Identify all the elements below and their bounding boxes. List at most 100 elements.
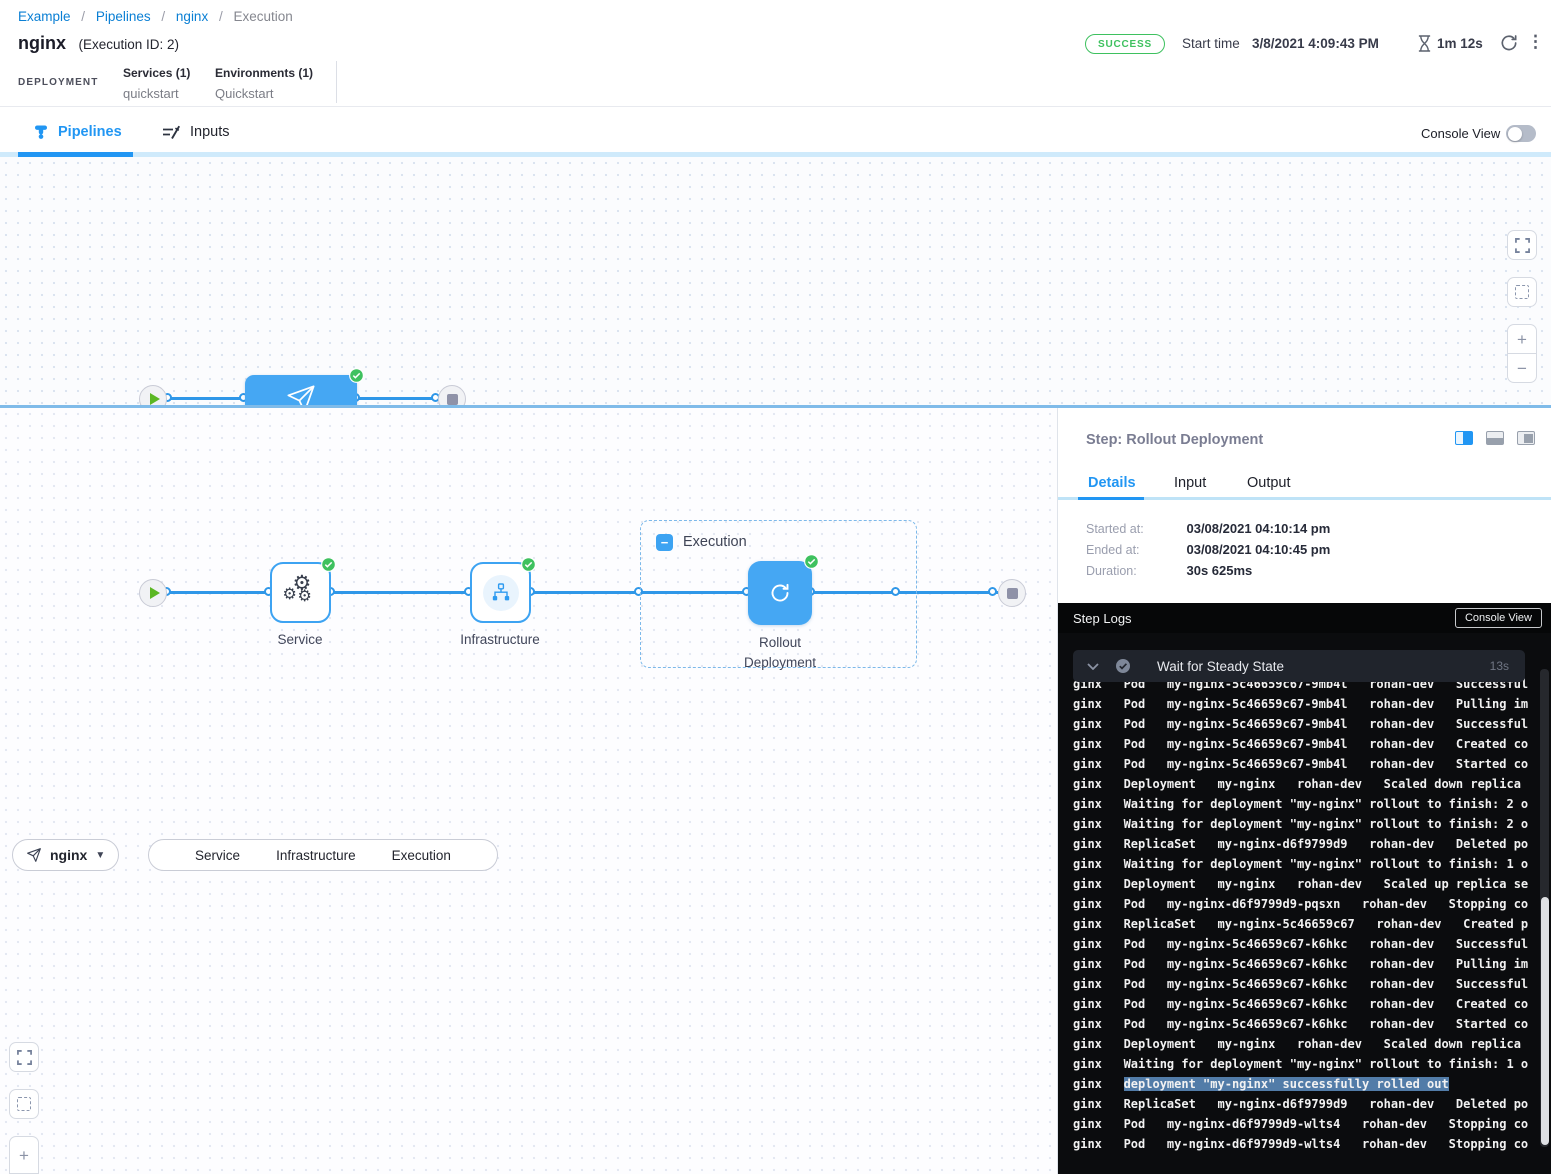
pipeline-canvas[interactable]: nginx + − xyxy=(0,157,1551,405)
log-line: ginx Waiting for deployment "my-nginx" r… xyxy=(1073,814,1530,834)
breadcrumb: Example / Pipelines / nginx / Execution xyxy=(18,9,293,24)
plus-icon: + xyxy=(1517,331,1527,348)
step-panel-title: Step: Rollout Deployment xyxy=(1086,432,1263,448)
log-line: ginx Pod my-nginx-5c46659c67-k6hkc rohan… xyxy=(1073,994,1530,1014)
fullscreen-button[interactable] xyxy=(1507,230,1537,260)
stage-canvas[interactable]: nginx ▼ Service Infrastructure Execution… xyxy=(0,408,1057,1174)
sitemap-icon xyxy=(483,575,519,611)
collapse-group-icon[interactable]: − xyxy=(656,534,673,551)
fullscreen-icon xyxy=(1515,238,1530,253)
tab-input[interactable]: Input xyxy=(1174,475,1206,491)
layout-right-panel-icon[interactable] xyxy=(1517,431,1535,445)
deployment-type-label: DEPLOYMENT xyxy=(18,77,98,88)
page-header: Example / Pipelines / nginx / Execution … xyxy=(0,0,1551,107)
minus-icon: − xyxy=(1517,360,1527,377)
log-line: ginx ReplicaSet my-nginx-5c46659c67 roha… xyxy=(1073,914,1530,934)
step-logs-header: Step Logs Console View xyxy=(1058,603,1551,633)
log-line: ginx Waiting for deployment "my-nginx" r… xyxy=(1073,1054,1530,1074)
step-node-service[interactable]: ⚙⚙⚙ xyxy=(270,562,331,623)
zoom-in-button[interactable]: + xyxy=(9,1136,39,1174)
log-line: ginx Deployment my-nginx rohan-dev Scale… xyxy=(1073,1034,1530,1054)
log-vertical-scrollbar[interactable] xyxy=(1540,669,1549,1147)
layout-right-split-icon[interactable] xyxy=(1455,431,1473,445)
log-line: ginx ReplicaSet my-nginx-d6f9799d9 rohan… xyxy=(1073,834,1530,854)
log-line: ginx ReplicaSet my-nginx-d6f9799d9 rohan… xyxy=(1073,1094,1530,1114)
tab-inputs[interactable]: Inputs xyxy=(162,124,230,140)
tab-pipelines[interactable]: Pipelines xyxy=(33,124,122,140)
tab-underline-active xyxy=(18,152,133,157)
stage-end-node[interactable] xyxy=(998,579,1026,607)
execution-id: (Execution ID: 2) xyxy=(78,37,179,52)
environments-label: Environments (1) xyxy=(215,64,313,82)
log-line: ginx Pod my-nginx-5c46659c67-9mb4l rohan… xyxy=(1073,734,1530,754)
stage-section-tabs: Service Infrastructure Execution xyxy=(148,839,498,871)
zoom-in-button[interactable]: + xyxy=(1507,324,1537,354)
tab-infrastructure[interactable]: Infrastructure xyxy=(276,848,356,863)
stage-selector-label: nginx xyxy=(50,847,87,863)
log-line: ginx Pod my-nginx-d6f9799d9-wlts4 rohan-… xyxy=(1073,1114,1530,1134)
inputs-icon xyxy=(162,125,181,140)
log-line: ginx Pod my-nginx-5c46659c67-9mb4l rohan… xyxy=(1073,754,1530,774)
breadcrumb-example[interactable]: Example xyxy=(18,9,71,24)
layout-bottom-split-icon[interactable] xyxy=(1486,431,1504,445)
stage-start-node[interactable] xyxy=(139,579,167,607)
fullscreen-icon xyxy=(17,1050,32,1065)
scrollbar-thumb[interactable] xyxy=(1541,897,1549,1145)
zoom-out-button[interactable]: − xyxy=(1507,353,1537,383)
log-group-header[interactable]: Wait for Steady State 13s xyxy=(1073,650,1525,682)
breadcrumb-pipelines[interactable]: Pipelines xyxy=(96,9,151,24)
log-line: ginx Pod my-nginx-5c46659c67-k6hkc rohan… xyxy=(1073,974,1530,994)
console-view-label: Console View xyxy=(1421,126,1500,141)
play-icon xyxy=(150,393,160,405)
hourglass-icon xyxy=(1417,35,1432,52)
page-title: nginx xyxy=(18,33,66,53)
breadcrumb-execution: Execution xyxy=(234,9,293,24)
breadcrumb-nginx[interactable]: nginx xyxy=(176,9,208,24)
stop-icon xyxy=(447,394,458,405)
tab-pipelines-label: Pipelines xyxy=(58,124,122,140)
refresh-icon[interactable] xyxy=(1499,33,1519,53)
stop-icon xyxy=(1007,588,1018,599)
environments-value[interactable]: Quickstart xyxy=(215,85,274,103)
tab-inputs-label: Inputs xyxy=(190,124,230,140)
detail-row-ended: Ended at: 03/08/2021 04:10:45 pm xyxy=(1086,542,1330,557)
log-group-title: Wait for Steady State xyxy=(1157,659,1284,674)
step-logs-panel: Step Logs Console View ginx Pod my-nginx… xyxy=(1058,603,1551,1174)
services-value[interactable]: quickstart xyxy=(123,85,179,103)
fit-selection-button[interactable] xyxy=(9,1089,39,1119)
step-node-label: Infrastructure xyxy=(430,632,570,647)
detail-row-started: Started at: 03/08/2021 04:10:14 pm xyxy=(1086,521,1330,536)
log-output[interactable]: ginx Pod my-nginx-5c46659c67-9mb4l rohan… xyxy=(1073,674,1530,1154)
tab-details[interactable]: Details xyxy=(1088,475,1136,491)
log-line: ginx Waiting for deployment "my-nginx" r… xyxy=(1073,854,1530,874)
start-time-label: Start time xyxy=(1182,36,1240,51)
breadcrumb-separator: / xyxy=(81,9,85,24)
tab-output[interactable]: Output xyxy=(1247,475,1291,491)
toggle-knob xyxy=(1508,127,1522,141)
start-time-value: 3/8/2021 4:09:43 PM xyxy=(1252,36,1379,51)
execution-group-label: Execution xyxy=(683,534,747,550)
console-view-toggle[interactable] xyxy=(1506,125,1536,142)
status-badge: SUCCESS xyxy=(1085,34,1165,54)
tab-service[interactable]: Service xyxy=(195,848,240,863)
step-node-infrastructure[interactable] xyxy=(470,562,531,623)
log-line: ginx Pod my-nginx-5c46659c67-9mb4l rohan… xyxy=(1073,694,1530,714)
stage-selector[interactable]: nginx ▼ xyxy=(12,839,119,871)
success-check-icon xyxy=(321,557,336,572)
panel-tab-underline-active xyxy=(1078,497,1144,500)
log-line: ginx Pod my-nginx-5c46659c67-k6hkc rohan… xyxy=(1073,954,1530,974)
fullscreen-button[interactable] xyxy=(9,1042,39,1072)
send-plane-icon xyxy=(26,847,42,863)
step-node-rollout-deployment[interactable] xyxy=(748,561,812,625)
log-line: ginx Pod my-nginx-d6f9799d9-wlts4 rohan-… xyxy=(1073,1134,1530,1154)
fit-selection-button[interactable] xyxy=(1507,277,1537,307)
chevron-down-icon[interactable] xyxy=(1087,663,1099,670)
play-icon xyxy=(150,587,160,599)
detail-row-duration: Duration: 30s 625ms xyxy=(1086,563,1252,578)
console-view-button[interactable]: Console View xyxy=(1455,608,1542,628)
log-line: ginx Waiting for deployment "my-nginx" r… xyxy=(1073,794,1530,814)
tab-execution[interactable]: Execution xyxy=(392,848,451,863)
step-details-panel: Step: Rollout Deployment Details Input O… xyxy=(1057,408,1551,1174)
chevron-down-icon: ▼ xyxy=(95,850,105,861)
more-options-icon[interactable]: ⋮ xyxy=(1527,32,1544,52)
